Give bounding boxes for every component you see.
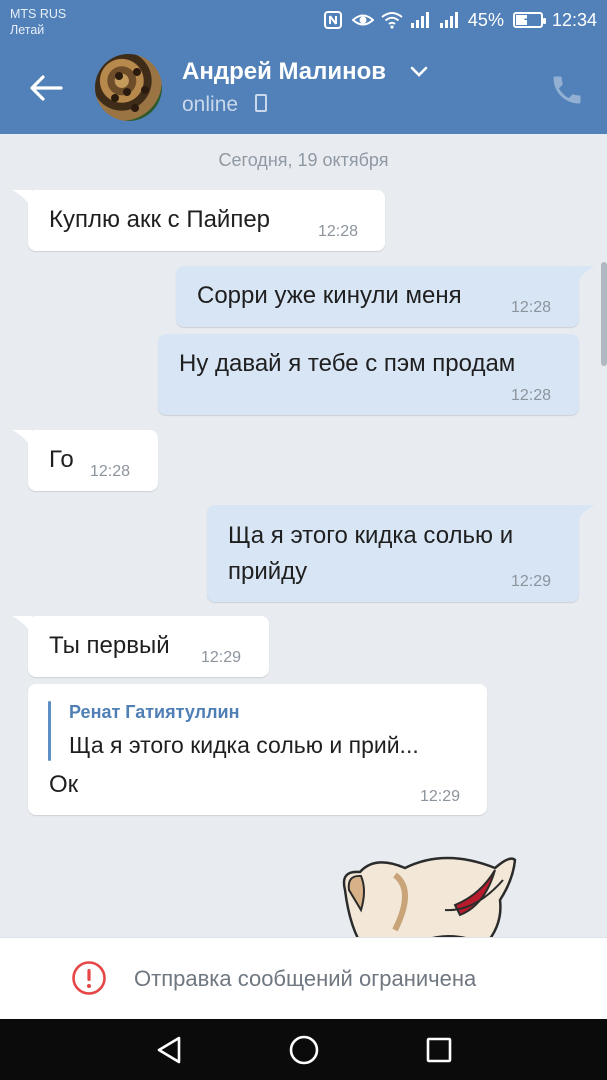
message-text: Сорри уже кинули меня <box>197 282 462 309</box>
message-text: Ну давай я тебе с пэм продам <box>179 350 516 377</box>
message-text: Го <box>49 446 74 473</box>
eye-icon <box>351 11 375 29</box>
wifi-icon <box>381 11 403 29</box>
message-text: Куплю акк с Пайпер <box>49 206 271 233</box>
chat-header: Андрей Малинов online <box>0 44 607 134</box>
message-time: 12:28 <box>511 299 552 316</box>
contact-status: online <box>182 93 239 116</box>
back-arrow-icon <box>30 75 63 101</box>
signal-icon <box>439 11 459 29</box>
bubble-tail <box>12 430 32 448</box>
back-triangle-icon <box>157 1036 181 1064</box>
message-time: 12:28 <box>318 223 359 240</box>
battery-icon: + <box>512 11 546 28</box>
avatar[interactable] <box>95 54 162 121</box>
carrier-subtitle: Летай <box>10 23 45 37</box>
recents-square-icon <box>426 1037 452 1063</box>
message-bubble-outgoing[interactable]: Сорри уже кинули меня 12:28 <box>176 266 579 327</box>
message-time: 12:29 <box>201 649 242 666</box>
nav-home-button[interactable] <box>285 1031 323 1069</box>
message-time: 12:29 <box>511 573 552 590</box>
nav-back-button[interactable] <box>150 1031 188 1069</box>
charging-icon: + <box>523 11 533 27</box>
chevron-down-icon[interactable] <box>410 66 428 78</box>
contact-name[interactable]: Андрей Малинов <box>182 58 386 86</box>
message-text-line: Ща я этого кидка солью и <box>228 522 514 549</box>
message-time: 12:28 <box>90 463 131 480</box>
signal-icon <box>410 11 430 29</box>
clock: 12:34 <box>551 9 597 30</box>
bubble-tail <box>12 190 32 208</box>
status-bar: MTS RUS Летай 45% + 12:34 <box>0 0 607 44</box>
message-bubble-incoming-reply[interactable]: Ренат Гатиятуллин Ща я этого кидка солью… <box>28 684 487 815</box>
reply-bar <box>48 701 51 761</box>
bubble-tail <box>575 266 595 284</box>
scrollbar[interactable] <box>601 262 607 366</box>
message-text: Ок <box>49 771 79 798</box>
message-bubble-outgoing[interactable]: Ну давай я тебе с пэм продам 12:28 <box>158 334 579 415</box>
nfc-icon <box>323 11 343 29</box>
top-bar: MTS RUS Летай 45% + 12:34 Андрей Малинов… <box>0 0 607 134</box>
message-bubble-incoming[interactable]: Ты первый 12:29 <box>28 616 269 677</box>
sticker-image[interactable] <box>335 850 535 950</box>
nav-recents-button[interactable] <box>420 1031 458 1069</box>
bubble-tail <box>575 505 595 523</box>
restriction-text: Отправка сообщений ограничена <box>134 966 477 991</box>
message-time: 12:29 <box>420 788 461 805</box>
message-bubble-incoming[interactable]: Го 12:28 <box>28 430 158 491</box>
call-button[interactable] <box>549 72 585 108</box>
mobile-icon <box>255 94 267 112</box>
message-time: 12:28 <box>511 387 552 404</box>
message-bubble-incoming[interactable]: Куплю акк с Пайпер 12:28 <box>28 190 385 251</box>
reply-text: Ща я этого кидка солью и прий... <box>69 732 419 758</box>
home-circle-icon <box>289 1035 319 1065</box>
bubble-tail <box>12 616 32 634</box>
reply-author: Ренат Гатиятуллин <box>69 702 240 722</box>
message-text-line: прийду <box>228 558 308 585</box>
alert-circle-icon <box>72 961 106 995</box>
phone-icon <box>553 76 581 104</box>
restriction-bar: Отправка сообщений ограничена <box>0 937 607 1019</box>
message-bubble-outgoing[interactable]: Ща я этого кидка солью и прийду 12:29 <box>207 505 579 602</box>
battery-percent: 45% <box>467 9 504 30</box>
carrier-info: MTS RUS Летай <box>10 6 66 38</box>
android-nav-bar <box>0 1019 607 1080</box>
carrier-name: MTS RUS <box>10 7 67 21</box>
back-button[interactable] <box>24 66 68 110</box>
message-text: Ты первый <box>49 632 170 659</box>
date-separator: Сегодня, 19 октября <box>218 150 389 170</box>
status-icons: 45% + 12:34 <box>323 6 597 34</box>
